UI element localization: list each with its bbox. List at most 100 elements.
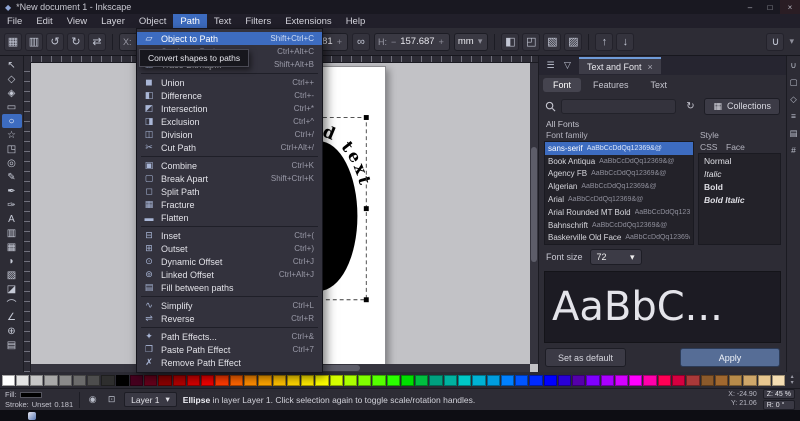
palette-swatch-19[interactable] [272, 374, 286, 386]
palette-swatch-49[interactable] [700, 374, 714, 386]
palette-swatch-27[interactable] [386, 374, 400, 386]
palette-swatch-8[interactable] [115, 374, 129, 386]
palette-swatch-24[interactable] [343, 374, 358, 386]
maximize-button[interactable]: □ [760, 0, 780, 14]
style-italic[interactable]: Italic [699, 167, 780, 180]
palette-swatch-43[interactable] [614, 374, 629, 386]
rotate-cw-icon[interactable]: ↻ [67, 32, 85, 51]
split-path-menu-item[interactable]: ◻ Split Path [137, 185, 322, 198]
ellipse-tool[interactable]: ○ [1, 114, 22, 128]
palette-swatch-7[interactable] [101, 374, 115, 386]
palette-swatch-3[interactable] [44, 374, 58, 386]
font-list[interactable]: sans-serif AaBbCcDdQq12369&@ Book Antiqua A… [544, 141, 694, 245]
palette-swatch-42[interactable] [600, 374, 614, 386]
lock-ratio-icon[interactable]: ∞ [351, 32, 370, 51]
palette-swatch-44[interactable] [629, 374, 643, 386]
menu-path[interactable]: Path [173, 14, 207, 28]
menu-view[interactable]: View [60, 14, 94, 28]
palette-scrollbar[interactable]: ▴ ▾ [786, 373, 799, 387]
union-menu-item[interactable]: ◼ Union Ctrl++ [137, 76, 322, 89]
palette-swatch-46[interactable] [657, 374, 671, 386]
palette-swatch-6[interactable] [87, 374, 101, 386]
outset-menu-item[interactable]: ⊞ Outset Ctrl+) [137, 242, 322, 255]
palette-swatch-35[interactable] [500, 374, 515, 386]
zoom-field[interactable]: Z: 45% [762, 389, 795, 399]
spiral-tool[interactable]: ◎ [2, 156, 22, 170]
palette-swatch-41[interactable] [586, 374, 600, 386]
style-list[interactable]: Normal Italic Bold Bold Italic [698, 153, 781, 245]
w-increment[interactable]: + [335, 37, 344, 47]
palette-swatch-48[interactable] [686, 374, 700, 386]
font-row-arial[interactable]: Arial AaBbCcDdQq12369&@ [545, 193, 693, 206]
bezier-tool[interactable]: ✒ [2, 184, 22, 198]
difference-menu-item[interactable]: ◧ Difference Ctrl+- [137, 89, 322, 102]
tab-text-and-font[interactable]: Text and Font × [579, 57, 661, 74]
palette-swatch-30[interactable] [429, 374, 443, 386]
snap-page-icon[interactable]: ▤ [788, 127, 800, 139]
menu-layer[interactable]: Layer [94, 14, 132, 28]
menu-object[interactable]: Object [132, 14, 173, 28]
snap-grid-icon[interactable]: # [788, 144, 800, 156]
remove-path-effect-menu-item[interactable]: ✗ Remove Path Effect [137, 356, 322, 369]
palette-swatch-4[interactable] [58, 374, 72, 386]
cut-path-menu-item[interactable]: ✂ Cut Path Ctrl+Alt+/ [137, 141, 322, 154]
layer-selector[interactable]: Layer 1 ▾ [124, 392, 177, 407]
snap-controls-button[interactable]: ∪ [766, 32, 785, 51]
text-tool[interactable]: A [2, 212, 22, 226]
selector-tool[interactable]: ↖ [2, 58, 22, 72]
scale-patterns-toggle-icon[interactable]: ▨ [564, 32, 583, 51]
select-all-icon[interactable]: ▦ [4, 32, 22, 51]
palette-swatch-39[interactable] [557, 374, 572, 386]
vertical-scrollbar[interactable] [530, 63, 538, 364]
minimize-button[interactable]: – [740, 0, 760, 14]
palette-swatch-28[interactable] [400, 374, 415, 386]
tab-text[interactable]: Text [641, 78, 678, 92]
menu-filters[interactable]: Filters [238, 14, 278, 28]
palette-swatch-40[interactable] [572, 374, 586, 386]
snap-bbox-icon[interactable]: ▢ [788, 76, 800, 88]
dynamic-offset-menu-item[interactable]: ⊙ Dynamic Offset Ctrl+J [137, 255, 322, 268]
fill-stroke-indicator[interactable]: Fill: Stroke: Unset 0.181 [5, 391, 73, 408]
palette-swatch-54[interactable] [771, 374, 786, 386]
vertical-scrollbar-thumb[interactable] [531, 147, 537, 262]
palette-swatch-52[interactable] [743, 374, 757, 386]
font-row-bahnschrift[interactable]: Bahnschrift AaBbCcDdQq12369&@ [545, 219, 693, 232]
palette-scroll-down-icon[interactable]: ▾ [791, 380, 794, 386]
palette-swatch-10[interactable] [144, 374, 158, 386]
palette-swatch-45[interactable] [643, 374, 657, 386]
rotation-field[interactable]: R: 0 ° [762, 400, 795, 410]
palette-swatch-47[interactable] [671, 374, 686, 386]
set-as-default-button[interactable]: Set as default [545, 348, 627, 367]
style-normal[interactable]: Normal [699, 154, 780, 167]
font-size-dropdown[interactable]: 72 ▾ [589, 249, 642, 265]
palette-swatch-50[interactable] [714, 374, 729, 386]
palette-swatch-17[interactable] [244, 374, 258, 386]
palette-swatch-25[interactable] [358, 374, 372, 386]
measure-tool[interactable]: ∠ [2, 310, 22, 324]
gradient-tool[interactable]: ▥ [2, 226, 22, 240]
inset-menu-item[interactable]: ⊟ Inset Ctrl+( [137, 229, 322, 242]
search-icon[interactable] [545, 101, 556, 112]
palette-swatch-11[interactable] [158, 374, 172, 386]
raise-icon[interactable]: ↑ [595, 32, 614, 51]
dropper-tool[interactable]: ◗ [2, 254, 22, 268]
lower-icon[interactable]: ↓ [616, 32, 635, 51]
palette-swatch-34[interactable] [486, 374, 500, 386]
flip-horizontal-icon[interactable]: ⇄ [88, 32, 106, 51]
dialog-filter-icon[interactable]: ▽ [559, 58, 576, 73]
paste-path-effect-menu-item[interactable]: ❐ Paste Path Effect Ctrl+7 [137, 343, 322, 356]
palette-swatch-22[interactable] [315, 374, 329, 386]
palette-swatch-21[interactable] [301, 374, 315, 386]
palette-swatch-29[interactable] [415, 374, 429, 386]
dock-tab-close-icon[interactable]: × [648, 62, 653, 72]
menu-help[interactable]: Help [339, 14, 373, 28]
close-button[interactable]: × [780, 0, 800, 14]
combine-menu-item[interactable]: ▣ Combine Ctrl+K [137, 159, 322, 172]
vertical-ruler[interactable] [24, 63, 31, 372]
palette-swatch-14[interactable] [201, 374, 215, 386]
palette-swatch-16[interactable] [229, 374, 244, 386]
break-apart-menu-item[interactable]: ▢ Break Apart Shift+Ctrl+K [137, 172, 322, 185]
object-to-path-menu-item[interactable]: ▱ Object to Path Shift+Ctrl+C [137, 32, 322, 45]
fracture-menu-item[interactable]: ▦ Fracture [137, 198, 322, 211]
reverse-menu-item[interactable]: ⇌ Reverse Ctrl+R [137, 312, 322, 325]
